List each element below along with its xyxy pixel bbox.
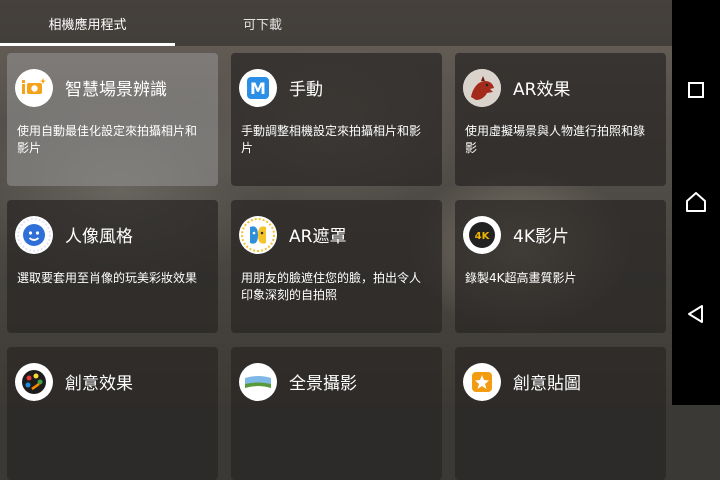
app-description: 錄製4K超高畫質影片 [465, 271, 577, 285]
app-title: 手動 [289, 80, 323, 100]
creative-effect-icon [15, 363, 53, 401]
home-button[interactable] [672, 178, 720, 226]
recent-apps-button[interactable] [672, 66, 720, 114]
app-title: 全景攝影 [289, 374, 357, 394]
panorama-icon [239, 363, 277, 401]
app-title: 創意效果 [65, 374, 133, 394]
sticker-star-icon [463, 363, 501, 401]
home-icon [686, 192, 706, 212]
4k-icon: 4K [463, 216, 501, 254]
superior-auto-icon [15, 69, 53, 107]
tab-camera-apps[interactable]: 相機應用程式 [0, 0, 175, 46]
app-title: 創意貼圖 [513, 374, 581, 394]
app-title: AR效果 [513, 80, 571, 100]
app-card-creative-effect[interactable]: 創意效果 [7, 347, 218, 480]
back-button[interactable] [672, 290, 720, 338]
app-card-portrait-style[interactable]: 人像風格 選取要套用至肖像的玩美彩妝效果 [7, 200, 218, 333]
app-card-manual[interactable]: M 手動 手動調整相機設定來拍攝相片和影片 [231, 53, 442, 186]
tab-label: 可下載 [242, 17, 282, 33]
app-card-superior-auto[interactable]: 智慧場景辨識 使用自動最佳化設定來拍攝相片和影片 [7, 53, 218, 186]
app-description: 手動調整相機設定來拍攝相片和影片 [241, 124, 422, 155]
tab-label: 相機應用程式 [48, 17, 127, 33]
app-card-panorama[interactable]: 全景攝影 [231, 347, 442, 480]
app-card-4k-video[interactable]: 4K 4K影片 錄製4K超高畫質影片 [455, 200, 666, 333]
app-description: 使用自動最佳化設定來拍攝相片和影片 [17, 124, 198, 155]
manual-m-text: M [250, 79, 266, 98]
portrait-face-icon [15, 216, 53, 254]
app-title: AR遮罩 [289, 227, 347, 247]
app-card-creative-sticker[interactable]: 創意貼圖 [455, 347, 666, 480]
app-title: 智慧場景辨識 [65, 80, 167, 100]
back-icon [688, 305, 703, 323]
app-card-ar-effect[interactable]: AR效果 使用虛擬場景與人物進行拍照和錄影 [455, 53, 666, 186]
app-description: 使用虛擬場景與人物進行拍照和錄影 [465, 124, 646, 155]
app-description: 選取要套用至肖像的玩美彩妝效果 [17, 271, 198, 285]
app-description: 用朋友的臉遮住您的臉，拍出令人印象深刻的自拍照 [241, 271, 422, 302]
manual-m-icon: M [239, 69, 277, 107]
dinosaur-icon [463, 69, 501, 107]
tab-bar: 相機應用程式 可下載 [0, 0, 672, 46]
4k-text: 4K [475, 231, 491, 242]
tab-downloadable[interactable]: 可下載 [175, 0, 350, 46]
navigation-bar [672, 0, 720, 405]
recent-apps-icon [688, 82, 704, 98]
app-card-ar-mask[interactable]: AR遮罩 用朋友的臉遮住您的臉，拍出令人印象深刻的自拍照 [231, 200, 442, 333]
ar-mask-icon [239, 216, 277, 254]
app-title: 人像風格 [65, 227, 133, 247]
app-title: 4K影片 [513, 227, 569, 247]
